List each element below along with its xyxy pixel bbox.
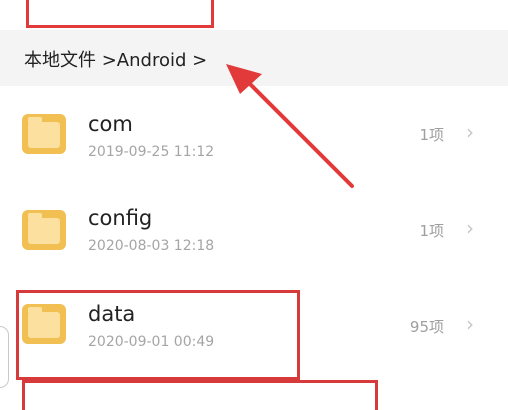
folder-icon xyxy=(22,114,66,154)
folder-item-count: 1项 xyxy=(419,126,444,144)
chevron-right-icon: › xyxy=(466,120,474,144)
annotation-box-data xyxy=(16,290,300,380)
floating-handle xyxy=(0,326,9,388)
chevron-right-icon: › xyxy=(466,312,474,336)
breadcrumb: 本地文件 >Android > xyxy=(0,30,508,86)
annotation-box-top xyxy=(26,0,214,28)
folder-name: com xyxy=(88,112,133,136)
folder-item-count: 95项 xyxy=(409,318,444,336)
annotation-box-bottom xyxy=(22,380,378,410)
folder-date: 2019-09-25 11:12 xyxy=(88,144,215,160)
folder-item-count: 1项 xyxy=(419,222,444,240)
chevron-right-icon: › xyxy=(466,216,474,240)
folder-date: 2020-08-03 12:18 xyxy=(88,238,215,254)
folder-row-config[interactable]: config 2020-08-03 12:18 1项 › xyxy=(0,180,508,274)
breadcrumb-path[interactable]: 本地文件 >Android > xyxy=(24,46,207,72)
folder-name: config xyxy=(88,206,153,230)
folder-row-com[interactable]: com 2019-09-25 11:12 1项 › xyxy=(0,86,508,180)
folder-icon xyxy=(22,210,66,250)
